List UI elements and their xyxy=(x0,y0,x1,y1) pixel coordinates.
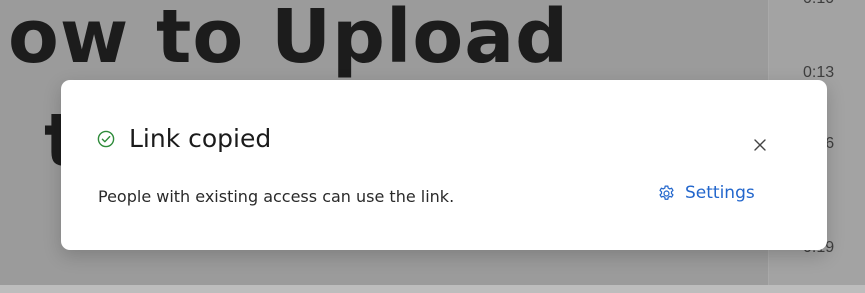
background-video-title: ow to Upload xyxy=(8,0,570,80)
bottom-strip xyxy=(0,285,865,293)
toast-header: Link copied xyxy=(97,124,271,153)
check-circle-icon xyxy=(97,130,115,148)
gear-icon xyxy=(657,184,676,203)
close-icon xyxy=(752,137,768,157)
close-button[interactable] xyxy=(745,132,775,162)
settings-link[interactable]: Settings xyxy=(657,183,755,203)
toast-message: People with existing access can use the … xyxy=(98,187,455,206)
settings-label[interactable]: Settings xyxy=(685,183,755,203)
link-copied-toast: Link copied People with existing access … xyxy=(61,80,827,250)
background-video-frame: ow to Upload t 0:10 0:13 0:16 0:19 Link … xyxy=(0,0,865,293)
toast-title: Link copied xyxy=(129,124,272,153)
timestamp-label[interactable]: 0:10 xyxy=(803,0,834,8)
